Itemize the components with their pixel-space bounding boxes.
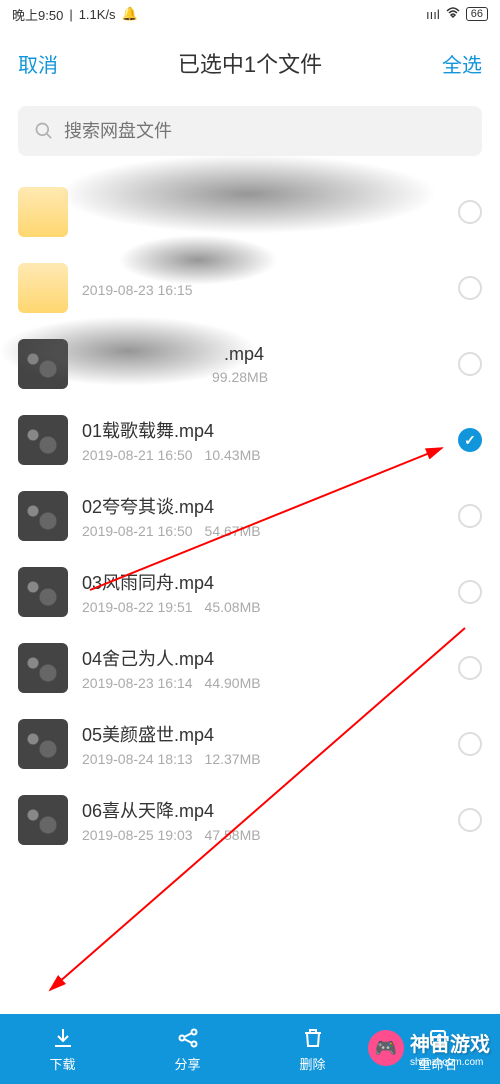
video-thumbnail (18, 643, 68, 693)
checkbox[interactable] (458, 352, 482, 376)
checkbox[interactable] (458, 732, 482, 756)
signal-icon: ıııl (426, 7, 440, 22)
video-thumbnail (18, 795, 68, 845)
search-icon (34, 121, 54, 141)
share-icon (176, 1026, 200, 1050)
file-name: .mp4 (82, 344, 444, 365)
file-name: 05美颜盛世.mp4 (82, 721, 444, 747)
page-title: 已选中1个文件 (178, 47, 322, 79)
checkbox[interactable] (458, 808, 482, 832)
status-bar: 晚上9:50 | 1.1K/s 🔔 ıııl 66 (0, 0, 500, 28)
file-item[interactable]: 02夸夸其谈.mp42019-08-21 16:5054.67MB (18, 478, 482, 554)
file-name: 03风雨同舟.mp4 (82, 569, 444, 595)
status-divider: | (69, 7, 72, 22)
checkbox[interactable] (458, 276, 482, 300)
battery-icon: 66 (466, 7, 488, 21)
file-list: 2019-08-23 16:15 .mp499.28MB 01载歌载舞.mp42… (0, 174, 500, 858)
file-name: 01载歌载舞.mp4 (82, 417, 444, 443)
video-thumbnail (18, 567, 68, 617)
file-name: 06喜从天降.mp4 (82, 797, 444, 823)
file-item[interactable] (18, 174, 482, 250)
video-thumbnail (18, 719, 68, 769)
checkbox[interactable] (458, 580, 482, 604)
search-bar[interactable] (18, 106, 482, 156)
bell-icon: 🔔 (122, 6, 138, 22)
header: 取消 已选中1个文件 全选 (0, 28, 500, 98)
video-thumbnail (18, 491, 68, 541)
file-item[interactable]: 2019-08-23 16:15 (18, 250, 482, 326)
checkbox[interactable] (458, 656, 482, 680)
file-item[interactable]: 01载歌载舞.mp42019-08-21 16:5010.43MB (18, 402, 482, 478)
delete-button[interactable]: 删除 (250, 1014, 375, 1084)
search-input[interactable] (64, 121, 466, 142)
select-all-button[interactable]: 全选 (442, 49, 482, 78)
download-button[interactable]: 下载 (0, 1014, 125, 1084)
status-speed: 1.1K/s (79, 7, 116, 22)
share-button[interactable]: 分享 (125, 1014, 250, 1084)
video-thumbnail (18, 415, 68, 465)
wifi-icon (445, 7, 461, 22)
checkbox[interactable] (458, 200, 482, 224)
file-item[interactable]: 05美颜盛世.mp42019-08-24 18:1312.37MB (18, 706, 482, 782)
status-time: 晚上9:50 (12, 5, 63, 24)
folder-thumbnail (18, 263, 68, 313)
file-name: 02夸夸其谈.mp4 (82, 493, 444, 519)
file-item[interactable]: .mp499.28MB (18, 326, 482, 402)
download-icon (51, 1026, 75, 1050)
file-item[interactable]: 04舍己为人.mp42019-08-23 16:1444.90MB (18, 630, 482, 706)
cancel-button[interactable]: 取消 (18, 49, 58, 78)
file-item[interactable]: 03风雨同舟.mp42019-08-22 19:5145.08MB (18, 554, 482, 630)
file-name: 04舍己为人.mp4 (82, 645, 444, 671)
video-thumbnail (18, 339, 68, 389)
watermark: 神宙游戏 shenzhoum.com (368, 1028, 490, 1068)
checkbox-checked[interactable] (458, 428, 482, 452)
trash-icon (301, 1026, 325, 1050)
checkbox[interactable] (458, 504, 482, 528)
folder-thumbnail (18, 187, 68, 237)
watermark-icon (368, 1030, 404, 1066)
file-item[interactable]: 06喜从天降.mp42019-08-25 19:0347.58MB (18, 782, 482, 858)
